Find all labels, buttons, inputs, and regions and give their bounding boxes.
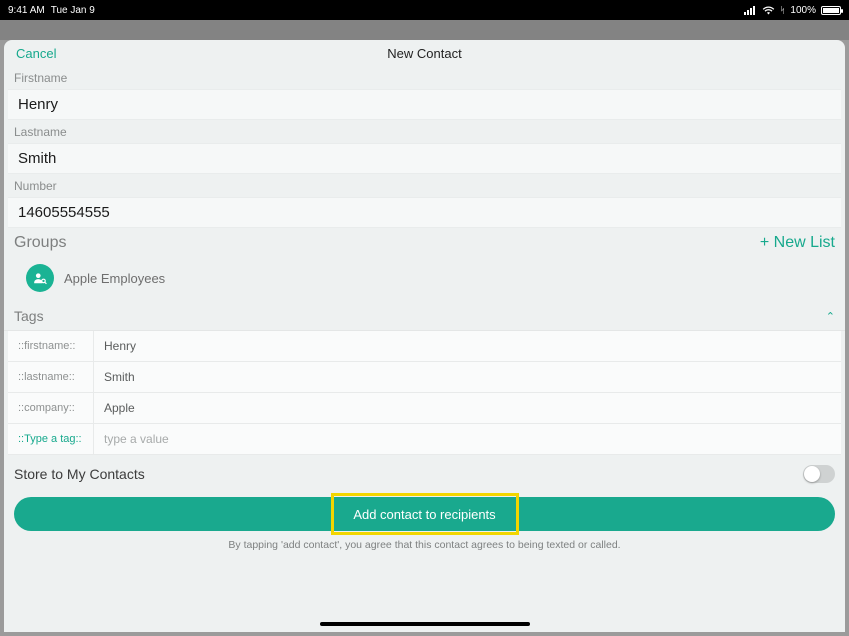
tag-row-company: ::company:: Apple	[8, 393, 841, 424]
group-chip-label: Apple Employees	[64, 271, 165, 286]
number-field[interactable]	[8, 197, 841, 228]
store-to-contacts-label: Store to My Contacts	[14, 466, 145, 482]
disclaimer-text: By tapping 'add contact', you agree that…	[4, 537, 845, 561]
location-icon: ᛋ	[780, 5, 785, 15]
firstname-label: Firstname	[4, 66, 845, 89]
tag-key-field[interactable]	[18, 433, 87, 445]
lastname-field[interactable]	[8, 143, 841, 174]
home-indicator[interactable]	[320, 622, 530, 626]
firstname-field[interactable]	[8, 89, 841, 120]
new-list-button[interactable]: + New List	[760, 234, 835, 252]
tag-row-lastname: ::lastname:: Smith	[8, 362, 841, 393]
chevron-up-icon: ⌃	[826, 310, 835, 323]
lastname-input[interactable]	[18, 150, 831, 167]
tag-key: ::company::	[8, 393, 94, 423]
groups-header: Groups + New List	[4, 228, 845, 258]
group-avatar-icon	[26, 264, 54, 292]
number-label: Number	[4, 174, 845, 197]
group-chip[interactable]: Apple Employees	[4, 258, 845, 302]
tag-row-firstname: ::firstname:: Henry	[8, 331, 841, 362]
battery-icon	[821, 6, 841, 15]
status-right: ᛋ 100%	[744, 5, 841, 16]
tag-key: ::lastname::	[8, 362, 94, 392]
tags-title: Tags	[14, 308, 44, 324]
number-input[interactable]	[18, 204, 831, 221]
battery-percent: 100%	[790, 5, 816, 16]
add-contact-button[interactable]: Add contact to recipients	[14, 497, 835, 531]
modal-sheet: Cancel New Contact Firstname Lastname Nu…	[4, 40, 845, 632]
store-to-contacts-row: Store to My Contacts	[4, 455, 845, 493]
cancel-button[interactable]: Cancel	[16, 46, 56, 61]
status-bar: 9:41 AM Tue Jan 9 ᛋ 100%	[0, 0, 849, 20]
cellular-signal-icon	[744, 6, 757, 15]
tag-key-input[interactable]	[8, 424, 94, 454]
cta-container: Add contact to recipients	[4, 493, 845, 537]
tags-header[interactable]: Tags ⌃	[4, 302, 845, 331]
wifi-icon	[762, 6, 775, 15]
tag-value[interactable]: Apple	[94, 393, 841, 423]
modal-nav: Cancel New Contact	[4, 40, 845, 66]
status-left: 9:41 AM Tue Jan 9	[8, 5, 95, 16]
tag-key: ::firstname::	[8, 331, 94, 361]
groups-title: Groups	[14, 234, 66, 252]
tag-value[interactable]: Smith	[94, 362, 841, 392]
status-date: Tue Jan 9	[51, 5, 95, 16]
status-time: 9:41 AM	[8, 5, 45, 16]
tag-value-input[interactable]	[94, 424, 841, 454]
tag-row-new[interactable]	[8, 424, 841, 455]
tag-value[interactable]: Henry	[94, 331, 841, 361]
store-to-contacts-toggle[interactable]	[803, 465, 835, 483]
device-frame: 9:41 AM Tue Jan 9 ᛋ 100% Cancel New Cont…	[0, 0, 849, 636]
lastname-label: Lastname	[4, 120, 845, 143]
firstname-input[interactable]	[18, 96, 831, 113]
tag-value-field[interactable]	[104, 432, 831, 446]
modal-title: New Contact	[387, 46, 461, 61]
background-dim	[0, 20, 849, 40]
